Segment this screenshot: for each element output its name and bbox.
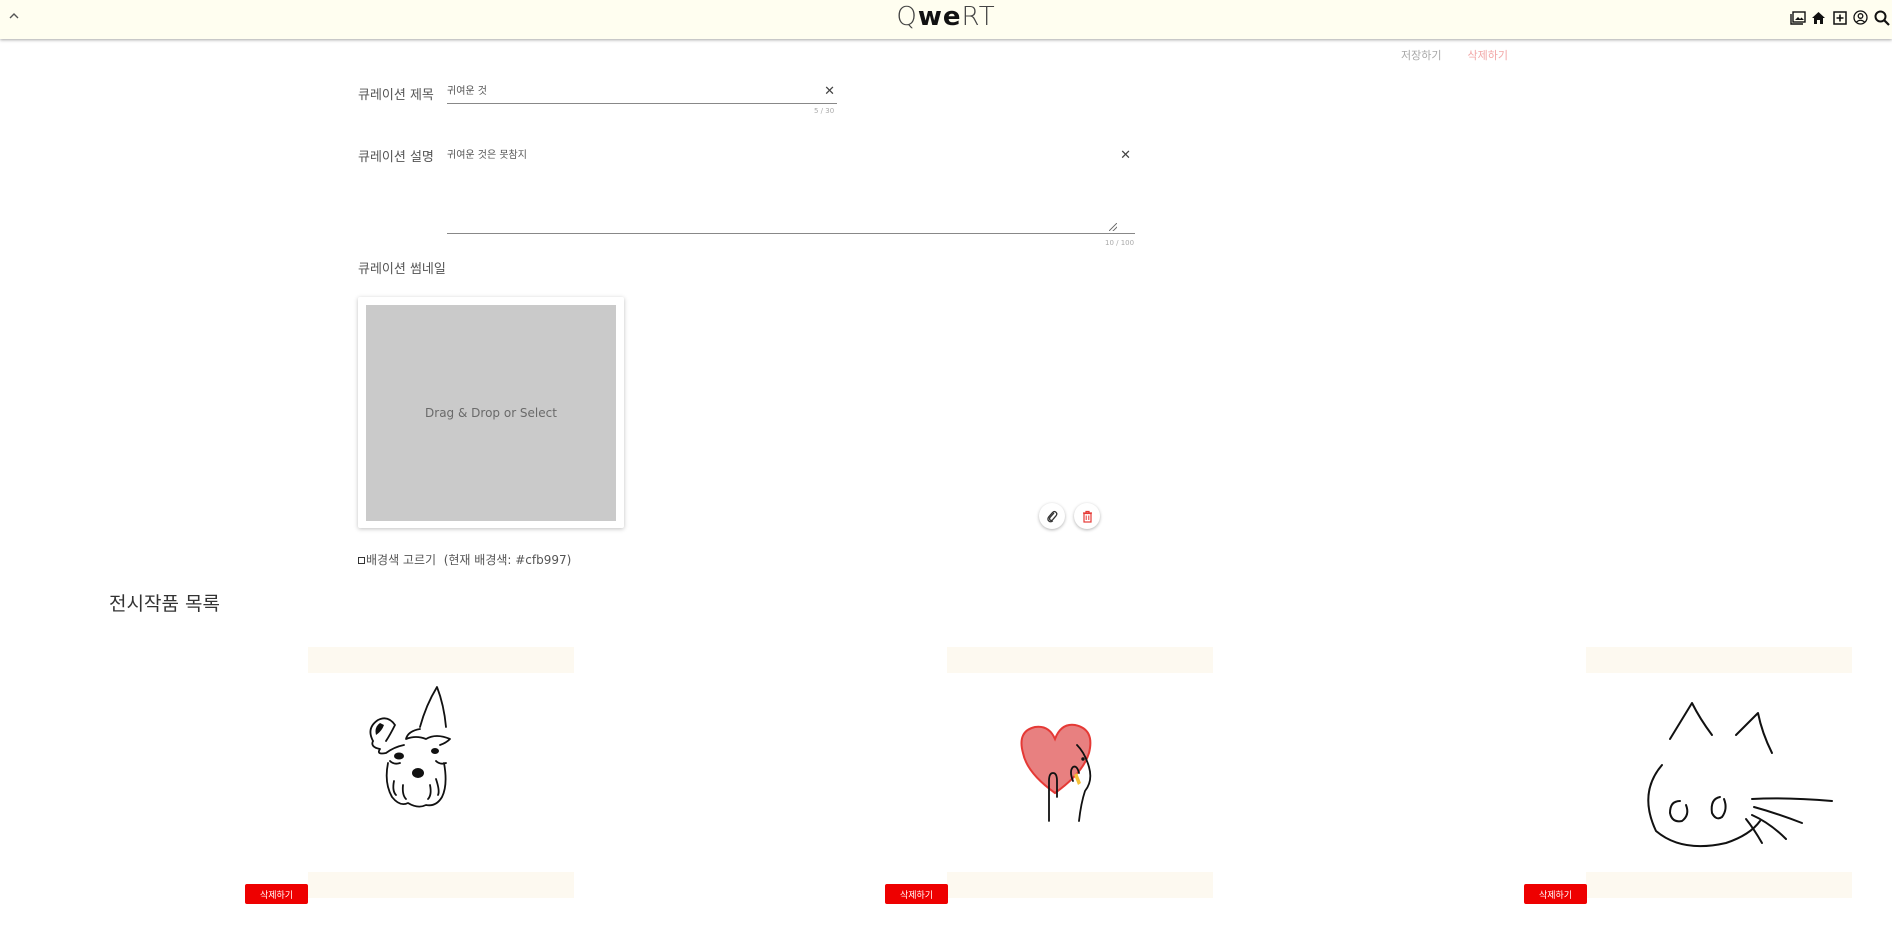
current-bg-color: (현재 배경색: #cfb997): [443, 553, 572, 567]
description-input[interactable]: 귀여운 것은 못참지: [447, 146, 1087, 226]
save-button[interactable]: 저장하기: [1401, 47, 1441, 63]
curation-actions: 저장하기 삭제하기: [1401, 47, 1508, 63]
thumbnail-card: Drag & Drop or Select: [358, 297, 624, 528]
description-label: 큐레이션 설명: [358, 150, 434, 165]
clear-description-icon[interactable]: ✕: [1120, 149, 1131, 162]
delete-artwork-button[interactable]: 삭제하기: [1524, 884, 1587, 904]
schnauzer-dog-drawing: [369, 686, 451, 808]
artwork-top-bar: [947, 647, 1213, 673]
description-char-counter: 10 / 100: [1105, 239, 1135, 247]
title-input[interactable]: [447, 84, 807, 95]
artwork-list-title: 전시작품 목록: [109, 593, 220, 615]
top-nav-icons: [1789, 9, 1890, 26]
delete-curation-button[interactable]: 삭제하기: [1467, 47, 1507, 63]
top-bar: QweRT: [0, 0, 1892, 39]
checkbox-icon[interactable]: [358, 557, 365, 564]
artwork-bottom-bar: [947, 872, 1213, 898]
artwork-card[interactable]: [947, 647, 1213, 898]
artwork-top-bar: [1586, 647, 1852, 673]
resize-handle-icon[interactable]: [1109, 223, 1117, 231]
gallery-icon[interactable]: [1789, 9, 1806, 26]
bg-picker-label: 배경색 고르기: [366, 553, 437, 567]
artwork-bottom-bar: [308, 872, 574, 898]
heart-hand-drawing: [1020, 723, 1092, 822]
delete-artwork-button[interactable]: 삭제하기: [245, 884, 308, 904]
thumbnail-dropzone[interactable]: Drag & Drop or Select: [366, 305, 616, 521]
artwork-card[interactable]: [308, 647, 574, 898]
clear-title-icon[interactable]: ✕: [824, 85, 835, 98]
title-char-counter: 5 / 30: [814, 107, 835, 115]
dropzone-text: Drag & Drop or Select: [425, 406, 557, 420]
add-box-icon[interactable]: [1831, 9, 1848, 26]
artwork-bottom-bar: [1586, 872, 1852, 898]
trash-icon: [1082, 510, 1092, 523]
background-color-picker[interactable]: 배경색 고르기 (현재 배경색: #cfb997): [358, 551, 571, 568]
home-icon[interactable]: [1810, 9, 1827, 26]
title-field: ✕: [447, 82, 837, 104]
delete-thumbnail-button[interactable]: [1074, 503, 1100, 529]
thumbnail-label: 큐레이션 썸네일: [358, 262, 446, 277]
attach-button[interactable]: [1039, 503, 1065, 529]
description-field: 귀여운 것은 못참지 ✕: [447, 144, 1135, 234]
app-logo[interactable]: QweRT: [0, 2, 1892, 32]
artwork-card[interactable]: [1586, 647, 1852, 898]
paperclip-icon: [1047, 510, 1058, 523]
search-icon[interactable]: [1873, 9, 1890, 26]
title-label: 큐레이션 제목: [358, 88, 434, 103]
cat-face-drawing: [1647, 702, 1833, 848]
artwork-top-bar: [308, 647, 574, 673]
delete-artwork-button[interactable]: 삭제하기: [885, 884, 948, 904]
account-circle-icon[interactable]: [1852, 9, 1869, 26]
